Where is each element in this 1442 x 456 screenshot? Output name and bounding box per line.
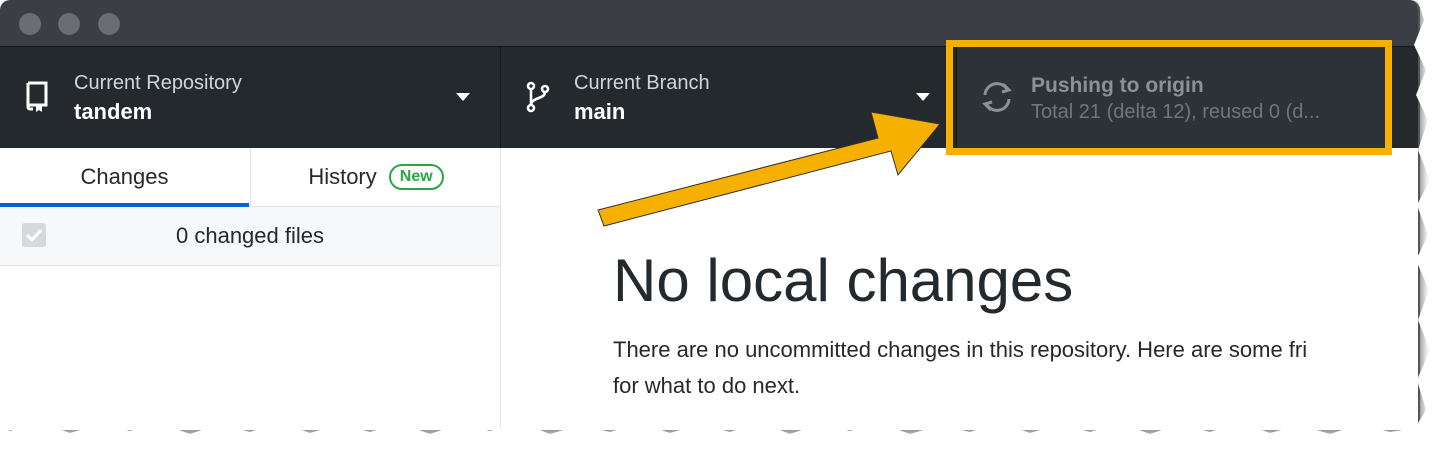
annotation-arrow-icon [597,111,941,227]
